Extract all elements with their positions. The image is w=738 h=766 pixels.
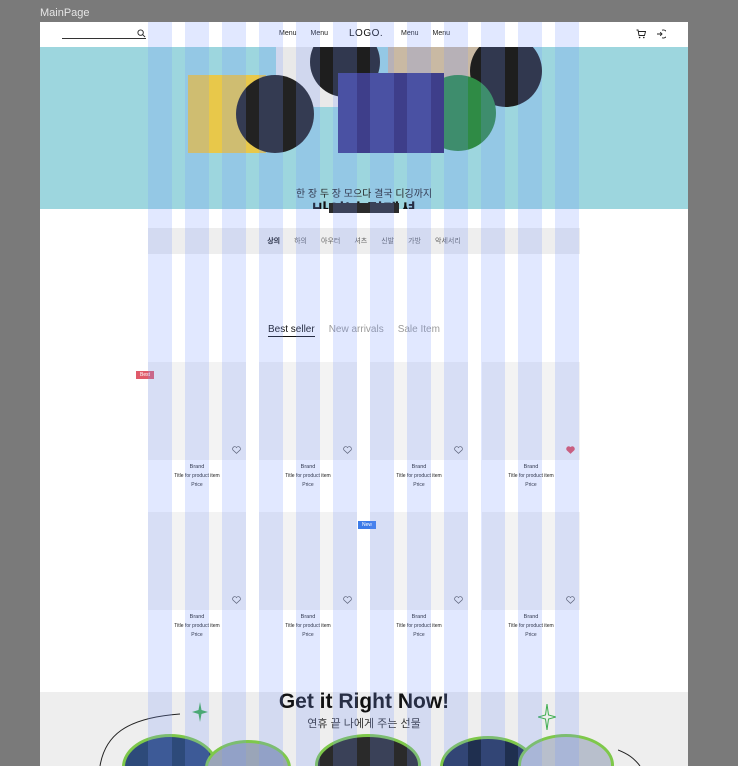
nav-left: Menu Menu: [279, 30, 328, 37]
product-title[interactable]: Title for product item: [148, 473, 246, 479]
category-list: 상의 하의 아우터 셔츠 신발 가방 악세서리: [148, 228, 580, 254]
product-image[interactable]: Best: [136, 362, 246, 460]
album-cover-anime: [338, 73, 444, 153]
product-brand: Brand: [523, 464, 539, 470]
promo-section: Get it Right Now! 연휴 끝 나에게 주는 선물: [40, 692, 688, 766]
vinyl-record-3: [236, 75, 314, 153]
product-card[interactable]: Brand Title for product item Price: [482, 362, 580, 488]
product-brand: Brand: [300, 614, 316, 620]
product-card[interactable]: Brand Title for product item Price: [259, 362, 357, 488]
cart-icon[interactable]: [636, 29, 646, 39]
product-brand: Brand: [523, 614, 539, 620]
nav-right: Menu Menu: [401, 30, 450, 37]
category-bar: 상의 하의 아우터 셔츠 신발 가방 악세서리: [148, 228, 580, 254]
tab-sale-item[interactable]: Sale Item: [398, 324, 440, 337]
frame-label: MainPage: [40, 7, 90, 19]
product-price: Price: [413, 632, 425, 638]
tab-new-arrivals[interactable]: New arrivals: [329, 324, 384, 337]
product-image[interactable]: [482, 512, 580, 610]
nav-menu-3[interactable]: Menu: [401, 30, 419, 37]
product-card[interactable]: Brand Title for product item Price: [370, 362, 468, 488]
category-item[interactable]: 하의: [294, 236, 307, 246]
sticker-jacket-5: [518, 734, 614, 766]
product-brand: Brand: [411, 464, 427, 470]
decorative-arrow: [618, 749, 641, 766]
product-brand: Brand: [300, 464, 316, 470]
logo[interactable]: LOGO.: [349, 28, 383, 39]
product-title[interactable]: Title for product item: [370, 623, 468, 629]
heart-icon[interactable]: [454, 596, 463, 604]
category-item[interactable]: 가방: [408, 236, 421, 246]
nav-menu-1[interactable]: Menu: [279, 30, 297, 37]
product-price: Price: [191, 632, 203, 638]
promo-title: Get it Right Now!: [278, 692, 450, 713]
heart-icon[interactable]: [566, 596, 575, 604]
heart-icon[interactable]: [454, 446, 463, 454]
category-item[interactable]: 아우터: [321, 236, 340, 246]
product-image[interactable]: [259, 512, 357, 610]
product-title[interactable]: Title for product item: [370, 473, 468, 479]
product-price: Price: [191, 482, 203, 488]
product-badge: Best: [136, 371, 155, 379]
product-image[interactable]: [148, 512, 246, 610]
product-brand: Brand: [189, 614, 205, 620]
product-card[interactable]: Brand Title for product item Price: [259, 512, 357, 638]
heart-icon[interactable]: [343, 596, 352, 604]
product-price: Price: [413, 482, 425, 488]
product-title[interactable]: Title for product item: [148, 623, 246, 629]
category-item[interactable]: 셔츠: [354, 236, 367, 246]
search-input[interactable]: [62, 38, 146, 39]
product-card[interactable]: Brand Title for product item Price: [148, 512, 246, 638]
tab-best-seller[interactable]: Best seller: [268, 324, 315, 337]
product-image[interactable]: [482, 362, 580, 460]
banner-button[interactable]: [329, 203, 399, 213]
product-title[interactable]: Title for product item: [482, 473, 580, 479]
search-icon[interactable]: [137, 29, 146, 38]
main-page: Menu Menu LOGO. Menu Menu 한 장 두 장 모으다 결국…: [40, 22, 688, 766]
product-title[interactable]: Title for product item: [259, 623, 357, 629]
heart-icon[interactable]: [566, 446, 575, 454]
product-image[interactable]: [259, 362, 357, 460]
sticker-jacket-2: [205, 740, 291, 766]
product-tabs: Best seller New arrivals Sale Item: [268, 324, 440, 337]
product-card[interactable]: Brand Title for product item Price: [482, 512, 580, 638]
promo-subtitle: 연휴 끝 나에게 주는 선물: [307, 718, 421, 730]
login-icon[interactable]: [656, 29, 666, 39]
product-price: Price: [302, 632, 314, 638]
heart-icon[interactable]: [232, 446, 241, 454]
product-price: Price: [525, 482, 537, 488]
product-price: Price: [302, 482, 314, 488]
product-title[interactable]: Title for product item: [259, 473, 357, 479]
product-image[interactable]: [370, 362, 468, 460]
category-item[interactable]: 신발: [381, 236, 394, 246]
product-brand: Brand: [189, 464, 205, 470]
hero-banner[interactable]: 한 장 두 장 모으다 결국 디깅까지 바이닐 컬렉션: [40, 47, 688, 209]
sticker-jacket-3: [315, 734, 421, 766]
product-title[interactable]: Title for product item: [482, 623, 580, 629]
product-price: Price: [525, 632, 537, 638]
category-item[interactable]: 상의: [267, 236, 280, 246]
product-card[interactable]: Best Brand Title for product item Price: [136, 362, 246, 488]
product-badge: New: [358, 521, 377, 529]
heart-icon[interactable]: [343, 446, 352, 454]
nav-menu-2[interactable]: Menu: [311, 30, 329, 37]
product-image[interactable]: New: [358, 512, 468, 610]
nav-menu-4[interactable]: Menu: [433, 30, 451, 37]
heart-icon[interactable]: [232, 596, 241, 604]
product-card[interactable]: New Brand Title for product item Price: [358, 512, 468, 638]
header: Menu Menu LOGO. Menu Menu: [40, 22, 688, 47]
category-item[interactable]: 악세서리: [435, 236, 461, 246]
product-brand: Brand: [411, 614, 427, 620]
